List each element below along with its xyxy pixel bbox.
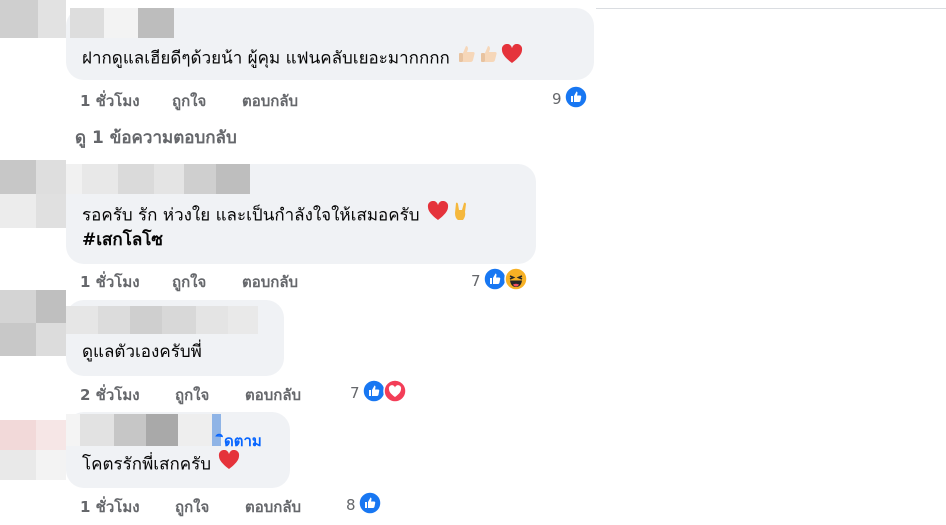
reaction-count: 9 (552, 90, 562, 108)
reaction-summary[interactable]: 9 (552, 85, 588, 113)
avatar[interactable] (0, 0, 66, 38)
comment-time[interactable]: 1 ชั่วโมง (80, 89, 140, 113)
like-button[interactable]: ถูกใจ (172, 89, 206, 113)
view-replies-link[interactable]: ดู 1 ข้อความตอบกลับ (75, 124, 237, 151)
comment-bubble: ฝากดูแลเฮียดีๆด้วยน้า ผู้คุม แฟนคลับเยอะ… (66, 8, 594, 80)
reply-button[interactable]: ตอบกลับ (242, 270, 298, 294)
like-reaction-icon (563, 85, 588, 113)
thumbs-up-icon (457, 44, 477, 73)
comment-time[interactable]: 2 ชั่วโมง (80, 383, 140, 407)
like-button[interactable]: ถูกใจ (175, 383, 209, 407)
reaction-count: 7 (471, 272, 481, 290)
author-name-pixelated[interactable] (66, 164, 250, 194)
reaction-summary[interactable]: 7 (471, 267, 528, 295)
comment-time[interactable]: 1 ชั่วโมง (80, 270, 140, 294)
author-name-pixelated[interactable] (66, 414, 221, 446)
reaction-summary[interactable]: 8 (346, 491, 382, 519)
rock-on-hand-icon (451, 200, 471, 231)
thumbs-up-icon (479, 44, 499, 73)
reaction-count: 8 (346, 496, 356, 514)
red-heart-icon (218, 449, 240, 479)
divider-line (596, 8, 946, 9)
author-name-pixelated[interactable] (66, 306, 258, 334)
comment-bubble: รอครับ รัก ห่วงใย และเป็นกำลังใจให้เสมอค… (66, 164, 536, 264)
comment-text: โคตรรักพี่เสกครับ (82, 449, 240, 479)
avatar[interactable] (0, 160, 66, 228)
red-heart-icon (427, 200, 449, 230)
reply-button[interactable]: ตอบกลับ (242, 89, 298, 113)
comment-bubble: ิดตาม โคตรรักพี่เสกครับ (66, 412, 290, 488)
hashtag[interactable]: #เสกโลโซ (82, 226, 163, 254)
reply-button[interactable]: ตอบกลับ (245, 383, 301, 407)
comment-text: ฝากดูแลเฮียดีๆด้วยน้า ผู้คุม แฟนคลับเยอะ… (82, 43, 523, 73)
comment-time[interactable]: 1 ชั่วโมง (80, 495, 140, 519)
reaction-count: 7 (350, 384, 360, 402)
red-heart-icon (501, 43, 523, 73)
like-reaction-icon (357, 491, 382, 519)
haha-reaction-icon (503, 267, 528, 295)
reaction-summary[interactable]: 7 (350, 379, 407, 407)
comment-text: ดูแลตัวเองครับพี่ (82, 342, 202, 362)
love-reaction-icon (382, 379, 407, 407)
like-button[interactable]: ถูกใจ (172, 270, 206, 294)
comment-bubble: ดูแลตัวเองครับพี่ (66, 300, 284, 376)
like-button[interactable]: ถูกใจ (175, 495, 209, 519)
avatar[interactable] (0, 420, 66, 480)
avatar[interactable] (0, 290, 66, 356)
author-name-pixelated[interactable] (70, 8, 174, 38)
reply-button[interactable]: ตอบกลับ (245, 495, 301, 519)
